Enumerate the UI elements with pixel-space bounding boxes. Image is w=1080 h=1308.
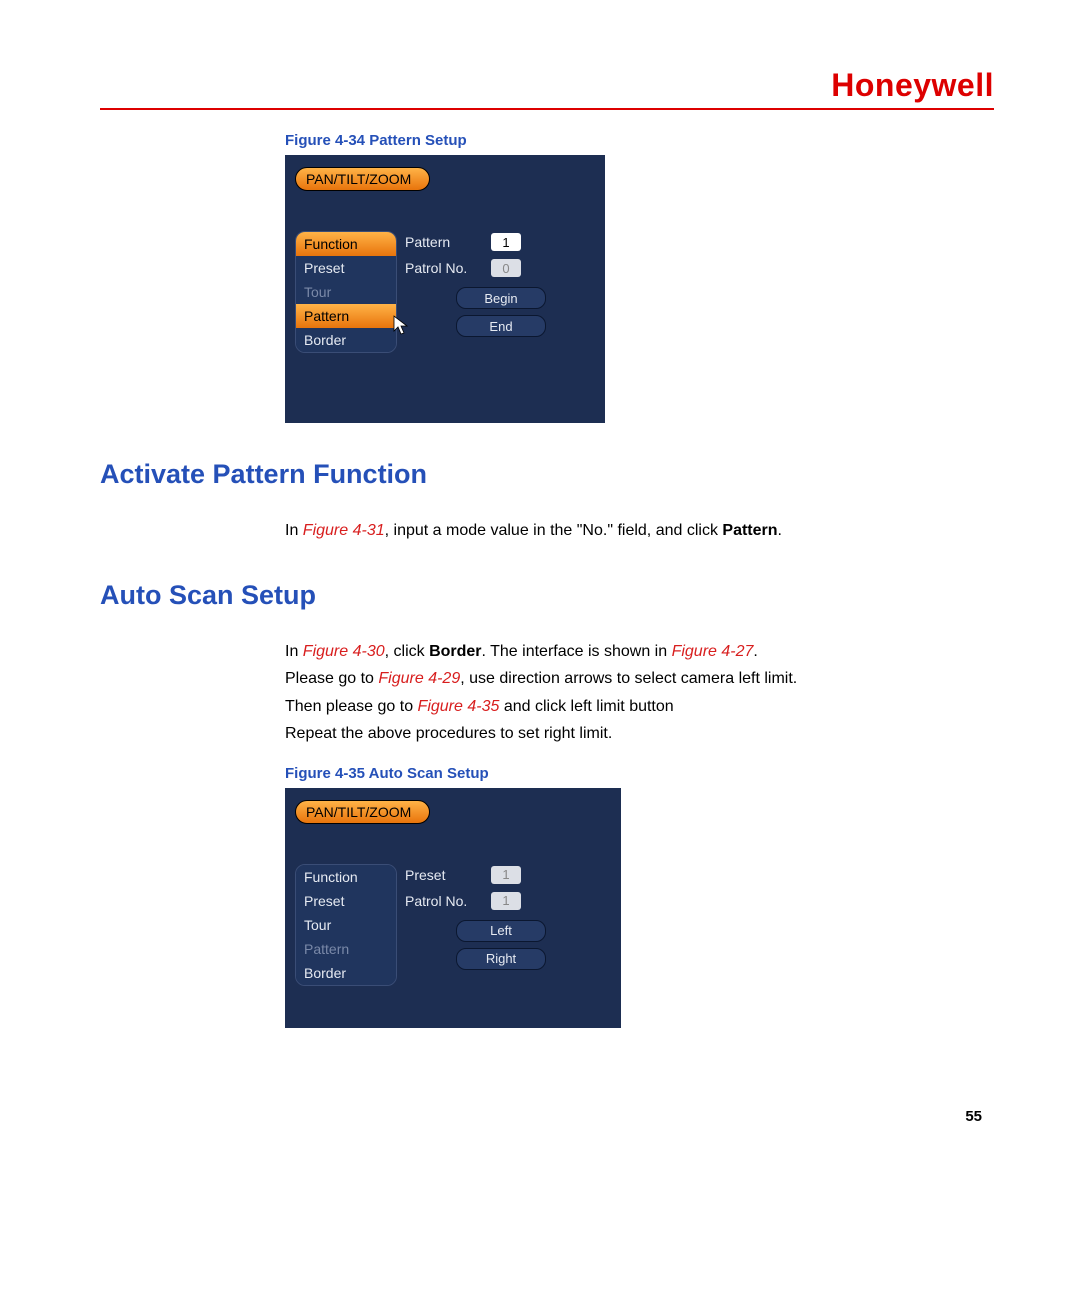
preset-value-input[interactable]: 1 [491, 866, 521, 884]
settings-column: Pattern 1 Patrol No. 0 Begin End [405, 231, 575, 353]
figure-ref-4-31: Figure 4-31 [303, 522, 385, 539]
menu-tour[interactable]: Tour [296, 913, 396, 937]
auto-scan-line1: In Figure 4-30, click Border. The interf… [285, 639, 965, 665]
menu-pattern[interactable]: Pattern [296, 937, 396, 961]
figure-ref-4-30: Figure 4-30 [303, 643, 385, 660]
ptz-tab[interactable]: PAN/TILT/ZOOM [295, 800, 430, 824]
function-menu: Function Preset Tour Pattern Border [295, 231, 397, 353]
menu-function[interactable]: Function [296, 865, 396, 889]
button-stack: Begin End [427, 285, 575, 337]
paragraph-activate-pattern: In Figure 4-31, input a mode value in th… [285, 518, 965, 544]
text: , click [385, 643, 429, 660]
preset-label: Preset [405, 867, 483, 883]
text: Please go to [285, 670, 378, 687]
patrol-label: Patrol No. [405, 260, 483, 276]
pattern-row: Pattern 1 [405, 231, 575, 253]
text: and click left limit button [499, 698, 673, 715]
menu-preset[interactable]: Preset [296, 889, 396, 913]
brand-logo: Honeywell [831, 67, 994, 104]
figure-caption-4-35: Figure 4-35 Auto Scan Setup [285, 765, 994, 782]
pattern-label: Pattern [405, 234, 483, 250]
page-number: 55 [100, 1108, 994, 1125]
figure-ref-4-29: Figure 4-29 [378, 670, 460, 687]
auto-scan-line2: Please go to Figure 4-29, use direction … [285, 666, 965, 692]
bold-pattern: Pattern [722, 522, 777, 539]
header-rule: Honeywell [100, 70, 994, 110]
menu-function[interactable]: Function [296, 232, 396, 256]
figure-caption-4-34: Figure 4-34 Pattern Setup [285, 132, 994, 149]
function-menu: Function Preset Tour Pattern Border [295, 864, 397, 986]
ptz-tab[interactable]: PAN/TILT/ZOOM [295, 167, 430, 191]
text: In [285, 522, 303, 539]
text: , input a mode value in the "No." field,… [385, 522, 723, 539]
text: . [778, 522, 782, 539]
menu-tour[interactable]: Tour [296, 280, 396, 304]
figure-ref-4-35: Figure 4-35 [418, 698, 500, 715]
menu-preset[interactable]: Preset [296, 256, 396, 280]
button-stack: Left Right [427, 918, 575, 970]
patrol-row: Patrol No. 0 [405, 257, 575, 279]
menu-pattern[interactable]: Pattern [296, 304, 396, 328]
document-page: Honeywell Figure 4-34 Pattern Setup PAN/… [0, 0, 1080, 1185]
right-button[interactable]: Right [456, 948, 546, 970]
end-button[interactable]: End [456, 315, 546, 337]
ptz-panel-auto-scan: PAN/TILT/ZOOM Function Preset Tour Patte… [285, 788, 621, 1028]
patrol-row: Patrol No. 1 [405, 890, 575, 912]
text: , use direction arrows to select camera … [460, 670, 797, 687]
text: . [753, 643, 757, 660]
text: Then please go to [285, 698, 418, 715]
cursor-icon [393, 315, 409, 335]
auto-scan-line3: Then please go to Figure 4-35 and click … [285, 694, 965, 720]
patrol-value-input[interactable]: 0 [491, 259, 521, 277]
settings-column: Preset 1 Patrol No. 1 Left Right [405, 864, 575, 986]
left-button[interactable]: Left [456, 920, 546, 942]
menu-border[interactable]: Border [296, 961, 396, 985]
bold-border: Border [429, 643, 481, 660]
panel-body: Function Preset Tour Pattern Border Pres… [295, 864, 611, 986]
patrol-label: Patrol No. [405, 893, 483, 909]
ptz-panel-pattern-setup: PAN/TILT/ZOOM Function Preset Tour Patte… [285, 155, 605, 423]
menu-border[interactable]: Border [296, 328, 396, 352]
heading-activate-pattern: Activate Pattern Function [100, 459, 994, 490]
text: . The interface is shown in [482, 643, 672, 660]
auto-scan-line4: Repeat the above procedures to set right… [285, 721, 965, 747]
pattern-value-input[interactable]: 1 [491, 233, 521, 251]
text: In [285, 643, 303, 660]
begin-button[interactable]: Begin [456, 287, 546, 309]
preset-row: Preset 1 [405, 864, 575, 886]
panel-body: Function Preset Tour Pattern Border Patt… [295, 231, 595, 353]
figure-ref-4-27: Figure 4-27 [672, 643, 754, 660]
patrol-value-input[interactable]: 1 [491, 892, 521, 910]
heading-auto-scan-setup: Auto Scan Setup [100, 580, 994, 611]
